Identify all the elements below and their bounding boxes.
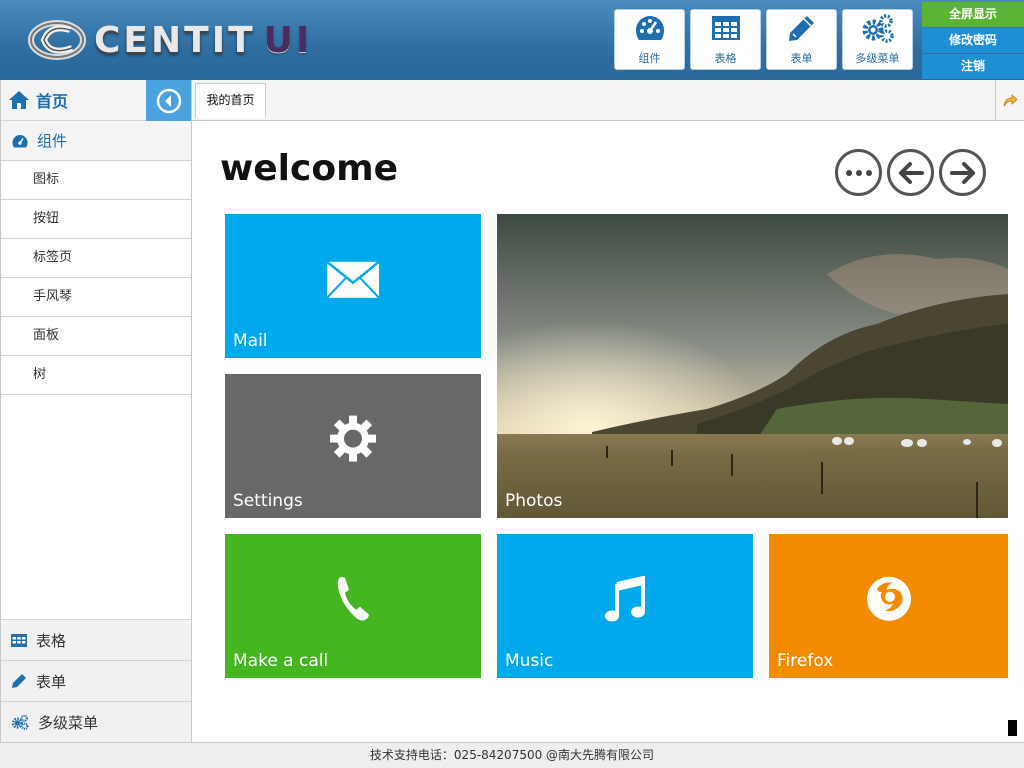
photos-tile[interactable]: Photos: [497, 214, 1008, 518]
music-tile-label: Music: [505, 651, 554, 671]
sidebar-bottom-menu: 表格 表单 多级菜单: [1, 619, 191, 742]
header-links: 全屏显示 修改密码 注销: [922, 2, 1024, 80]
sidebar-collapse-button[interactable]: [146, 80, 191, 121]
sidebar-item-form[interactable]: 表单: [1, 660, 191, 701]
sidebar-item-table[interactable]: 表格: [1, 619, 191, 660]
top-nav: 组件 表格 表单 多级菜单: [614, 9, 913, 70]
tab-my-home[interactable]: 我的首页: [195, 83, 266, 118]
pencil-icon: [11, 673, 27, 689]
sidebar-home-label: 首页: [36, 92, 69, 111]
previous-button[interactable]: [887, 149, 934, 196]
share-arrow-icon: [1002, 92, 1018, 108]
music-note-icon: [605, 575, 645, 626]
settings-tile[interactable]: Settings: [225, 374, 481, 518]
sidebar-home[interactable]: 首页: [1, 80, 191, 121]
sidebar-item-accordion[interactable]: 手风琴: [1, 278, 191, 317]
change-password-button[interactable]: 修改密码: [922, 28, 1024, 53]
home-icon: [8, 90, 30, 110]
page-title: welcome: [220, 148, 399, 189]
table-icon: [709, 13, 743, 47]
sidebar-item-panel[interactable]: 面板: [1, 317, 191, 356]
nav-multilevel-menu-button[interactable]: 多级菜单: [842, 9, 913, 70]
firefox-tile[interactable]: Firefox: [769, 534, 1008, 678]
logo: CENTIT UI: [28, 16, 312, 64]
arrow-left-circle-icon: [156, 88, 182, 114]
mail-icon: [326, 260, 380, 303]
gears-icon: [11, 714, 29, 730]
nav-form-label: 表单: [790, 52, 813, 65]
next-button[interactable]: [939, 149, 986, 196]
photos-tile-label: Photos: [505, 491, 563, 511]
mail-tile-label: Mail: [233, 331, 268, 351]
pencil-icon: [785, 13, 819, 47]
sidebar-item-icons[interactable]: 图标: [1, 161, 191, 200]
nav-components-label: 组件: [638, 52, 661, 65]
sidebar-section-components[interactable]: 组件: [1, 121, 191, 161]
nav-form-button[interactable]: 表单: [766, 9, 837, 70]
settings-tile-label: Settings: [233, 491, 303, 511]
logout-button[interactable]: 注销: [922, 54, 1024, 79]
sidebar-item-table-label: 表格: [36, 631, 67, 650]
landscape-photo: [497, 214, 1008, 518]
nav-multilevel-menu-label: 多级菜单: [855, 52, 900, 65]
sidebar-item-tree[interactable]: 树: [1, 356, 191, 395]
firefox-tile-label: Firefox: [777, 651, 834, 671]
nav-table-button[interactable]: 表格: [690, 9, 761, 70]
nav-components-button[interactable]: 组件: [614, 9, 685, 70]
sidebar-item-buttons[interactable]: 按钮: [1, 200, 191, 239]
ellipsis-icon: [845, 169, 873, 177]
sidebar-item-multilevel-menu-label: 多级菜单: [38, 713, 99, 732]
sidebar-item-multilevel-menu[interactable]: 多级菜单: [1, 701, 191, 742]
header: CENTIT UI 组件 表格 表单 多级菜单 全屏显示 修改密码 注销: [0, 0, 1024, 80]
gear-icon: [328, 414, 378, 468]
logo-mark-icon: [28, 18, 86, 62]
gears-icon: [861, 13, 895, 47]
make-call-tile-label: Make a call: [233, 651, 329, 671]
arrow-right-icon: [949, 161, 976, 184]
dashboard-icon: [11, 134, 29, 148]
sidebar: 首页 组件 图标 按钮 标签页 手风琴 面板 树 表格 表单 多级菜单: [0, 80, 192, 742]
footer: 技术支持电话：025-84207500 @南大先腾有限公司: [0, 742, 1024, 768]
mail-tile[interactable]: Mail: [225, 214, 481, 358]
firefox-icon: [865, 575, 913, 627]
tab-menu-button[interactable]: [995, 80, 1024, 120]
sidebar-section-label: 组件: [37, 132, 68, 150]
phone-icon: [335, 575, 371, 627]
nav-table-label: 表格: [714, 52, 737, 65]
table-icon: [11, 633, 27, 647]
logo-text: CENTIT UI: [94, 19, 313, 61]
arrow-left-icon: [898, 161, 924, 184]
dashboard-icon: [633, 13, 667, 47]
fullscreen-button[interactable]: 全屏显示: [922, 2, 1024, 27]
tab-bar: 我的首页: [192, 80, 1024, 121]
sidebar-item-tabs[interactable]: 标签页: [1, 239, 191, 278]
music-tile[interactable]: Music: [497, 534, 753, 678]
more-button[interactable]: [835, 149, 882, 196]
scrollbar-indicator[interactable]: [1008, 720, 1017, 736]
sidebar-item-form-label: 表单: [36, 672, 67, 691]
make-call-tile[interactable]: Make a call: [225, 534, 481, 678]
